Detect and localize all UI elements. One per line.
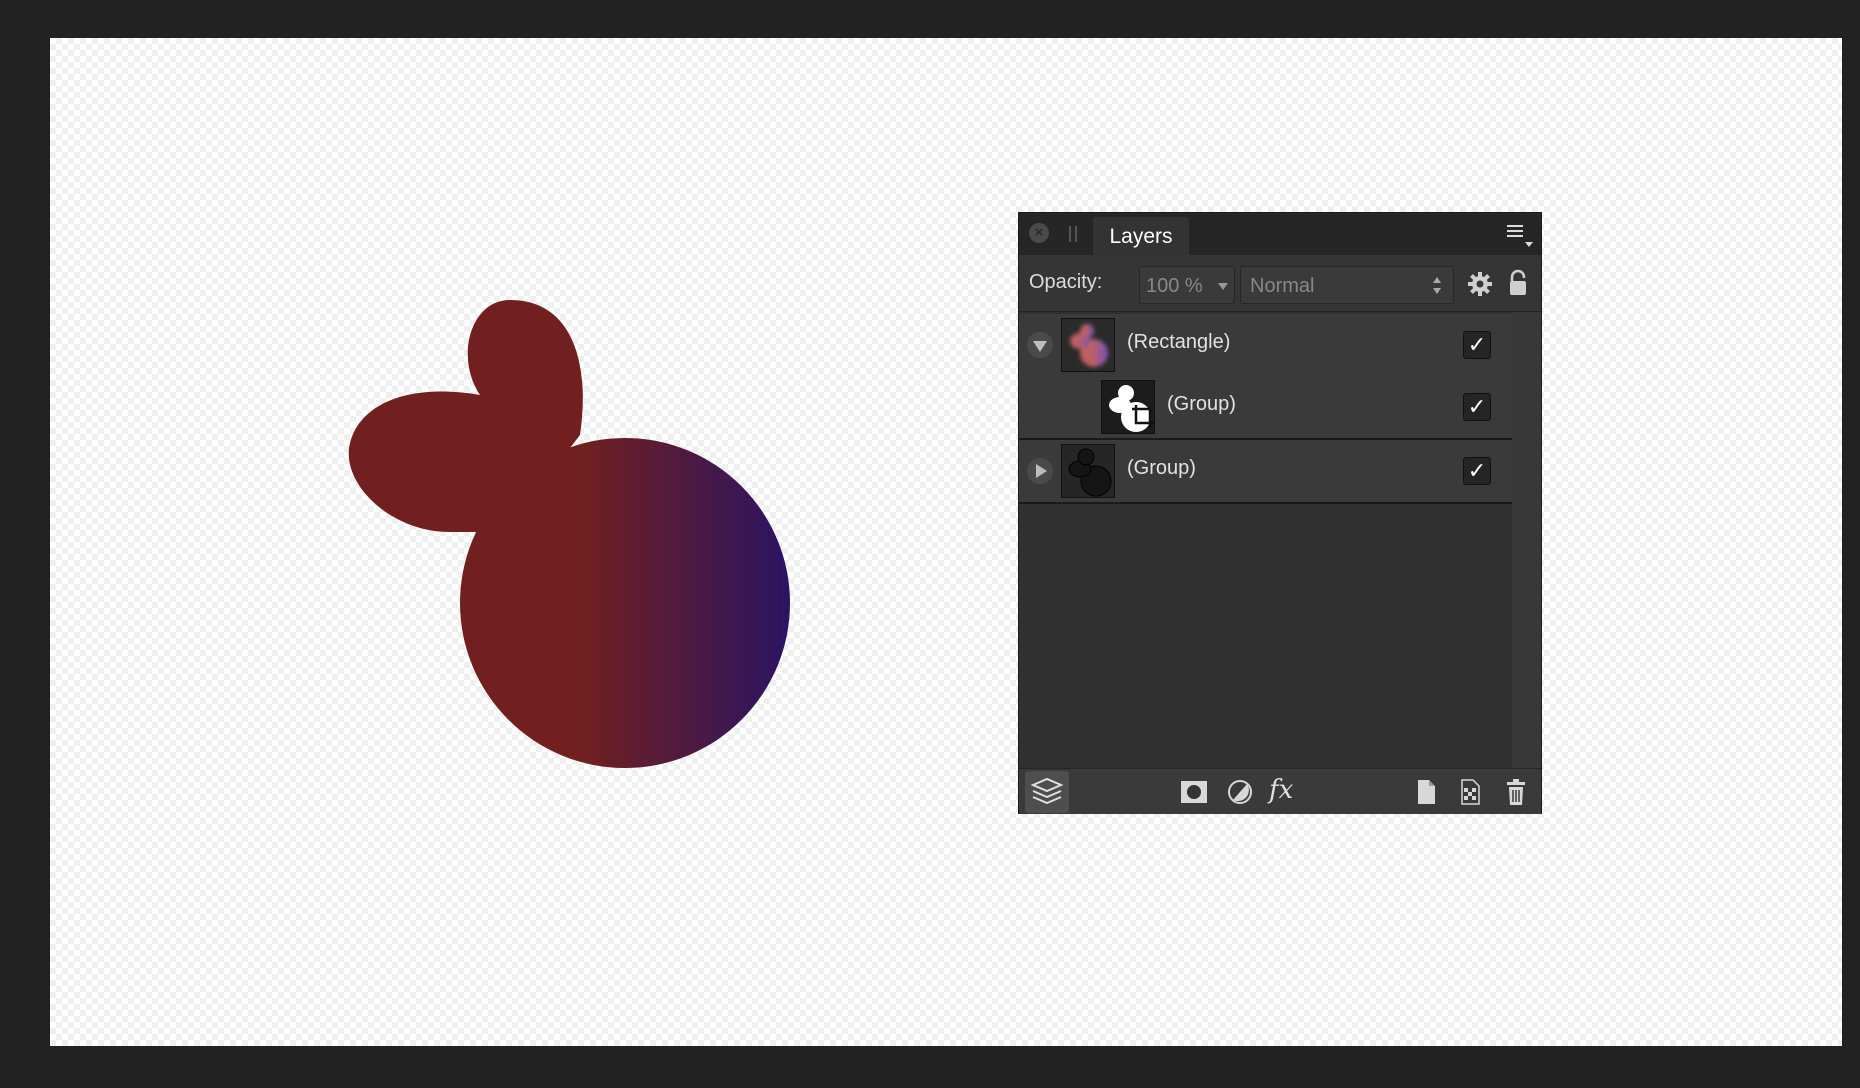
fx-icon[interactable]: fx — [1269, 775, 1299, 805]
visibility-checkbox[interactable]: ✓ — [1463, 457, 1491, 485]
collapse-triangle-icon[interactable] — [1027, 332, 1053, 358]
panel-tab-bar: × Layers — [1019, 213, 1541, 255]
gradient-circle[interactable] — [460, 438, 790, 768]
layer-row-group-child[interactable]: (Group) ✓ — [1019, 376, 1512, 438]
document-canvas[interactable] — [50, 38, 1842, 1046]
visibility-checkbox[interactable]: ✓ — [1463, 331, 1491, 359]
artwork[interactable] — [50, 38, 1842, 1046]
layer-name: (Rectangle) — [1127, 331, 1231, 353]
gear-icon[interactable] — [1467, 271, 1493, 297]
expand-triangle-icon[interactable] — [1027, 458, 1053, 484]
close-icon[interactable]: × — [1029, 223, 1049, 243]
layers-stack-button[interactable] — [1025, 771, 1069, 813]
panel-menu-icon[interactable] — [1507, 225, 1533, 247]
drag-grip-icon[interactable] — [1069, 226, 1077, 242]
layer-row-rectangle[interactable]: (Rectangle) ✓ — [1019, 314, 1512, 376]
layers-panel: × Layers Opacity: 100 % Normal (Rectangl… — [1018, 212, 1542, 814]
visibility-checkbox[interactable]: ✓ — [1463, 393, 1491, 421]
trash-icon[interactable] — [1501, 777, 1531, 807]
stepper-down-icon — [1433, 288, 1441, 294]
stepper-up-icon — [1433, 277, 1441, 283]
adjustment-icon[interactable] — [1225, 777, 1255, 807]
new-pixel-layer-icon[interactable] — [1455, 777, 1485, 807]
new-layer-icon[interactable] — [1411, 777, 1441, 807]
lock-icon[interactable] — [1507, 269, 1529, 297]
layer-name: (Group) — [1127, 457, 1196, 479]
layers-stack-icon — [1030, 777, 1064, 805]
opacity-value: 100 % — [1146, 275, 1203, 297]
layer-divider — [1019, 502, 1512, 504]
blend-mode-select[interactable]: Normal — [1240, 266, 1454, 304]
opacity-row: Opacity: 100 % Normal — [1019, 255, 1541, 312]
layer-thumbnail — [1061, 318, 1115, 372]
blend-mode-value: Normal — [1250, 275, 1315, 297]
opacity-label: Opacity: — [1029, 271, 1103, 293]
layer-name: (Group) — [1167, 393, 1236, 415]
layer-list: (Rectangle) ✓ (Group) ✓ (Group) ✓ — [1019, 312, 1512, 768]
crop-icon — [1132, 405, 1155, 428]
panel-footer: fx — [1019, 768, 1541, 814]
scrollbar[interactable] — [1512, 312, 1541, 768]
layer-row-group[interactable]: (Group) ✓ — [1019, 440, 1512, 502]
mask-icon[interactable] — [1179, 777, 1209, 807]
tab-layers[interactable]: Layers — [1093, 217, 1189, 255]
chevron-down-icon — [1218, 283, 1228, 290]
opacity-field[interactable]: 100 % — [1139, 266, 1235, 304]
layer-thumbnail — [1061, 444, 1115, 498]
